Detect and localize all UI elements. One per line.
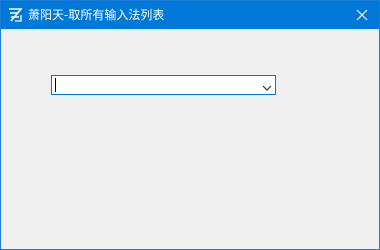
main-window: 萧阳天-取所有输入法列表 <box>0 0 380 250</box>
window-title: 萧阳天-取所有输入法列表 <box>28 8 165 22</box>
app-logo-icon <box>6 6 24 24</box>
chevron-down-icon <box>262 76 272 95</box>
input-method-combobox[interactable] <box>51 75 276 95</box>
title-bar[interactable]: 萧阳天-取所有输入法列表 <box>1 1 379 29</box>
close-button[interactable] <box>345 1 379 29</box>
text-caret <box>55 78 56 92</box>
combobox-dropdown-button[interactable] <box>259 76 275 94</box>
close-icon <box>356 6 368 25</box>
client-area <box>1 29 379 249</box>
